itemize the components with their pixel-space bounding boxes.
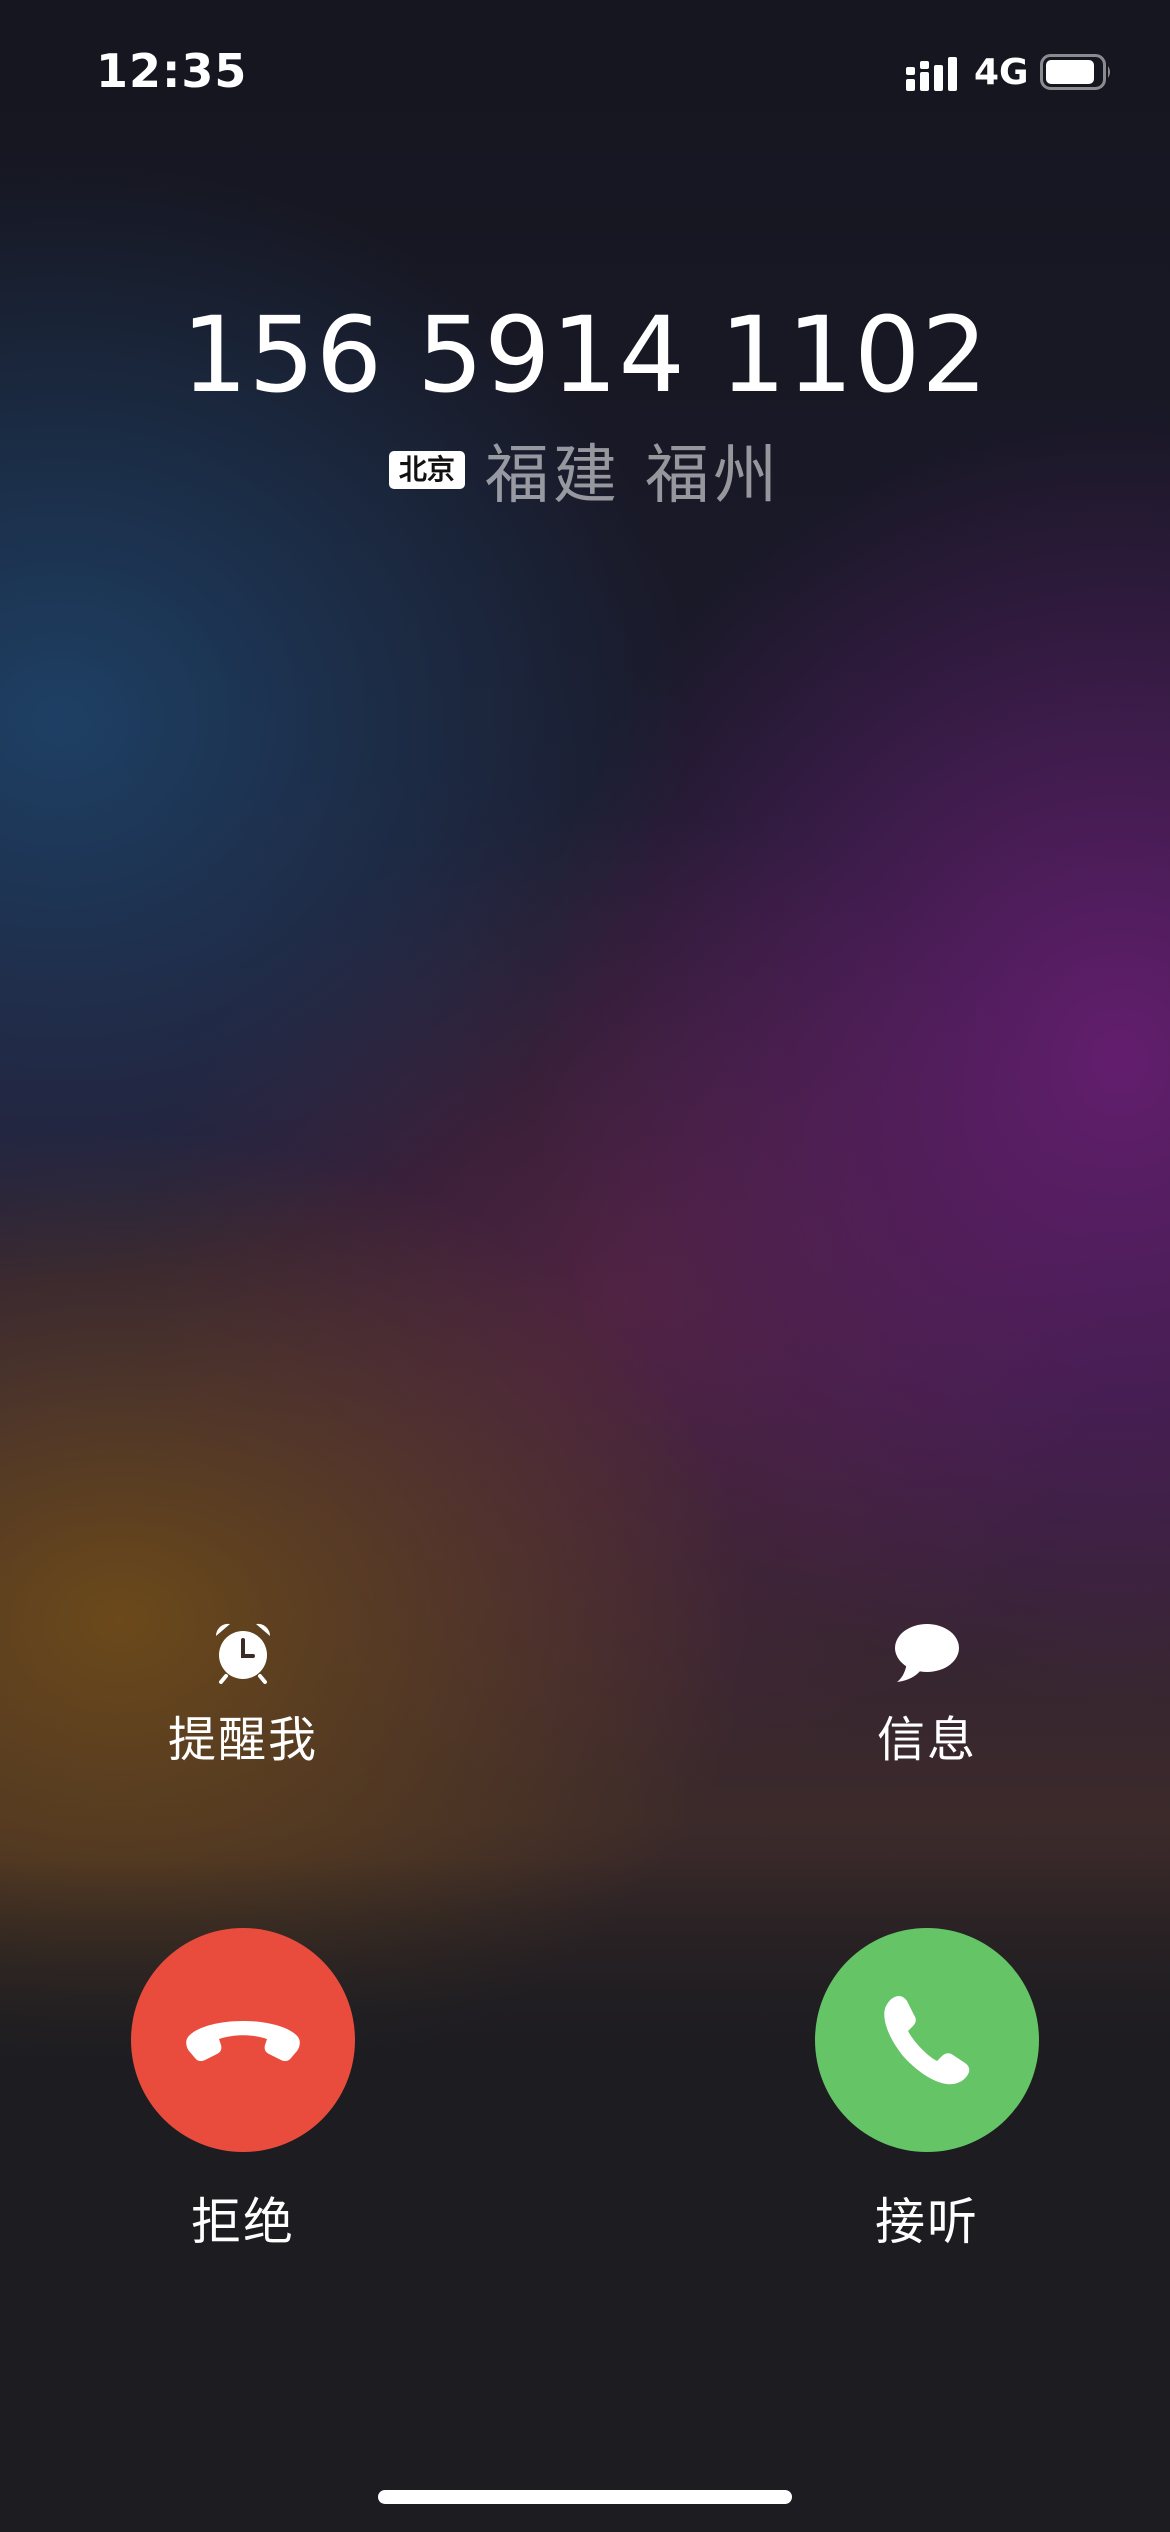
network-type: 4G [974,52,1029,93]
incoming-call-screen: 12:35 4G 156 5914 1102 北京 福建 福州 提醒我 信息 拒… [0,0,1170,2532]
caller-location-row: 北京 福建 福州 [0,424,1170,516]
home-indicator[interactable] [378,2490,792,2504]
status-bar: 12:35 4G [0,0,1170,150]
phone-hangup-icon [186,2021,300,2062]
accept-call[interactable]: 接听 [777,1928,1077,2254]
message-label: 信息 [876,1712,977,1768]
remind-me-label: 提醒我 [167,1712,318,1768]
accept-label: 接听 [875,2193,979,2251]
caller-tag: 北京 [388,451,465,489]
decline-label: 拒绝 [191,2193,295,2251]
caller-number: 156 5914 1102 [181,294,989,416]
status-time: 12:35 [96,44,248,98]
alarm-clock-icon [215,1623,271,1684]
speech-bubble-icon [895,1624,959,1682]
accept-button[interactable] [815,1928,1039,2152]
phone-icon [884,1996,970,2085]
battery-icon [1040,54,1110,90]
signal-bars-icon [906,57,957,91]
remind-me-button[interactable]: 提醒我 [93,1618,393,1770]
decline-button[interactable] [131,1928,355,2152]
decline-call: 拒绝 [93,1928,393,2254]
message-button[interactable]: 信息 [777,1618,1077,1770]
caller-location: 福建 福州 [484,439,782,513]
caller-info: 156 5914 1102 北京 福建 福州 [0,290,1170,516]
